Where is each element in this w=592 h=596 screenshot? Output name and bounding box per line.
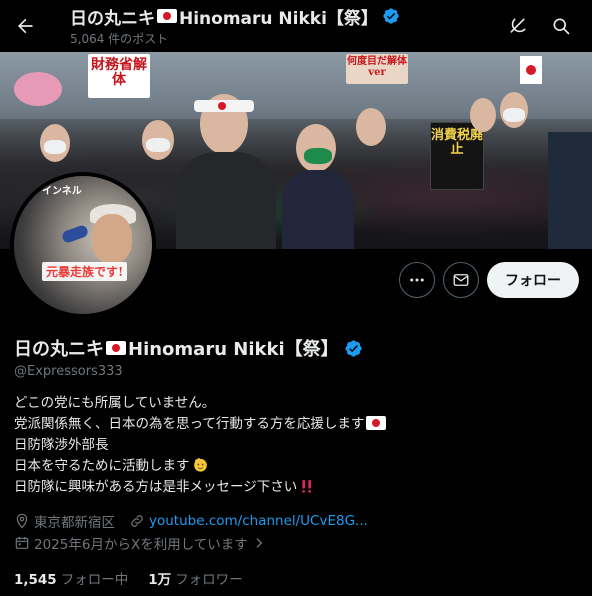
profile-joined[interactable]: 2025年6月からXを利用しています [14, 533, 270, 553]
banner-flag [520, 56, 542, 84]
avatar-face [92, 214, 132, 264]
profile-bio: どこの党にも所属していません。 党派関係無く、日本の為を思って行動する方を応援し… [14, 393, 580, 498]
profile-website[interactable]: youtube.com/channel/UCvE8G... [129, 513, 368, 529]
chevron-right-icon [256, 538, 263, 548]
post-count: 5,064 件のポスト [70, 32, 169, 46]
meta-row: 東京都新宿区 youtube.com/channel/UCvE8G... [14, 510, 580, 532]
banner-mask-3 [146, 138, 170, 152]
bio-line-text: 日本を守るために活動します [14, 458, 190, 474]
verified-badge-icon [383, 8, 399, 24]
following-link[interactable]: 1,545 フォロー中 [14, 568, 128, 588]
profile-name: 日の丸ニキ Hinomaru Nikki【祭】 [14, 336, 580, 360]
location-text: 東京都新宿区 [34, 515, 115, 531]
bio-line-text: 党派関係無く、日本の為を思って行動する方を応援します [14, 416, 365, 432]
header-name-text: 日の丸ニキ [70, 8, 155, 29]
banner-jacket-2 [282, 170, 354, 249]
profile-name-text: 日の丸ニキ [14, 339, 104, 360]
calendar-icon [15, 537, 29, 549]
search-icon [553, 18, 570, 35]
banner-person-5 [356, 108, 386, 146]
emoji-salute-icon [193, 458, 207, 472]
bio-line: 党派関係無く、日本の為を思って行動する方を応援します [14, 414, 580, 435]
banner-headband [194, 100, 254, 112]
banner-person-7 [470, 98, 496, 132]
joined-text: 2025年6月からXを利用しています [34, 537, 248, 553]
bio-line-text: 日防隊渉外部長 [14, 437, 109, 453]
banner-mask-4 [44, 140, 66, 154]
profile-avatar[interactable]: インネル 元暴走族です! [10, 172, 156, 318]
bio-line: どこの党にも所属していません。 [14, 393, 580, 414]
bio-line: 日本を守るために活動します [14, 456, 580, 477]
mail-icon [453, 274, 469, 286]
avatar-caption: 元暴走族です! [42, 262, 128, 281]
more-button[interactable] [399, 262, 435, 298]
bio-line-text: 日防隊に興味がある方は是非メッセージ下さい [14, 479, 298, 495]
meta-row: 2025年6月からXを利用しています [14, 532, 580, 554]
banner-mask-6 [503, 108, 525, 122]
banner-sign-3-text: 何度目だ解体ver [347, 56, 407, 78]
location-icon [16, 513, 28, 529]
profile-actions: フォロー [399, 262, 579, 298]
message-button[interactable] [443, 262, 479, 298]
banner-sign-3: 何度目だ解体ver [346, 54, 408, 84]
banner-sign-1-text: 財務省解体 [91, 57, 147, 88]
bio-line: 日防隊に興味がある方は是非メッセージ下さい [14, 477, 580, 498]
back-button[interactable] [8, 9, 42, 43]
banner-sign-1: 財務省解体 [88, 54, 150, 98]
search-button[interactable] [545, 10, 577, 42]
header-name-suffix: Hinomaru Nikki【祭】 [179, 8, 378, 29]
banner-green-mask [304, 148, 332, 164]
top-bar: 日の丸ニキ Hinomaru Nikki【祭】 5,064 件のポスト [0, 0, 592, 52]
link-icon [131, 515, 143, 527]
verified-badge-icon[interactable] [344, 339, 363, 358]
grok-icon [510, 18, 526, 33]
back-arrow-icon [18, 18, 33, 34]
japan-flag-icon [366, 416, 387, 430]
profile-name-suffix: Hinomaru Nikki【祭】 [128, 339, 339, 360]
profile-info: 日の丸ニキ Hinomaru Nikki【祭】 @Expressors333 ど… [14, 336, 580, 588]
profile-stats: 1,545 フォロー中 1万 フォロワー [14, 568, 580, 588]
profile-meta: 東京都新宿区 youtube.com/channel/UCvE8G... 202… [14, 510, 580, 554]
banner-sign-2: 消費税廃止 [430, 122, 484, 190]
following-label: フォロー中 [60, 572, 129, 588]
follow-button[interactable]: フォロー [487, 262, 579, 298]
avatar-top-text: インネル [42, 186, 82, 197]
profile-handle: @Expressors333 [14, 364, 123, 379]
banner-sign-2-text: 消費税廃止 [431, 128, 484, 157]
profile-location: 東京都新宿区 [14, 511, 115, 531]
following-count: 1,545 [14, 572, 57, 588]
bio-line: 日防隊渉外部長 [14, 435, 580, 456]
japan-flag-icon [106, 341, 126, 355]
header-name: 日の丸ニキ Hinomaru Nikki【祭】 [70, 3, 400, 29]
double-exclamation-icon [302, 480, 312, 493]
banner-officer [548, 132, 592, 249]
bio-line-text: どこの党にも所属していません。 [14, 395, 216, 411]
banner-jacket [176, 152, 276, 249]
more-icon [410, 278, 424, 282]
followers-label: フォロワー [175, 572, 243, 588]
followers-count: 1万 [148, 572, 172, 588]
banner-balloon [14, 72, 62, 106]
header-titles: 日の丸ニキ Hinomaru Nikki【祭】 5,064 件のポスト [70, 3, 400, 47]
japan-flag-icon [157, 9, 177, 23]
website-link[interactable]: youtube.com/channel/UCvE8G... [149, 513, 368, 529]
grok-button[interactable] [502, 10, 534, 42]
followers-link[interactable]: 1万 フォロワー [148, 568, 242, 588]
